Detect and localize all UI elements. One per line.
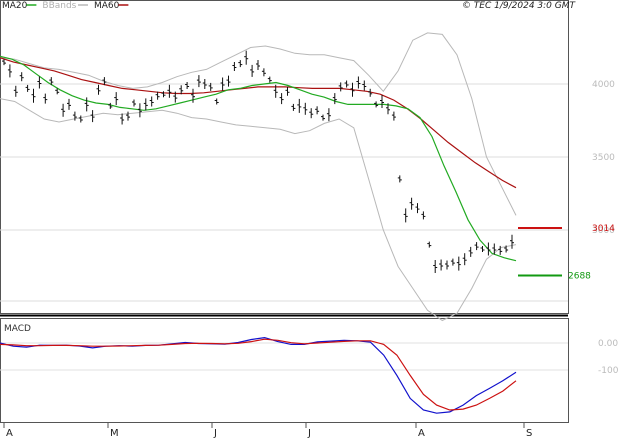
x-tick-label: A: [418, 428, 425, 439]
macd-tick-label: 0.00: [598, 339, 618, 349]
price-tick-label: 4000: [592, 80, 615, 90]
stock-chart: 4000 3500 3000 0.00 -100 MACD 3014 2688 AMJJAS…: [0, 0, 627, 440]
macd-tick-label: -100: [598, 366, 619, 376]
timestamp: © TEC 1/9/2024 3:0 GMT: [462, 1, 577, 11]
legend-label: BBands: [42, 1, 76, 11]
price-levels: 3014 2688: [518, 224, 615, 282]
x-tick-label: J: [307, 428, 311, 439]
x-tick-label: A: [6, 428, 13, 439]
chart-canvas: 4000350030000.00-100MACD 30142688 AMJJAS…: [0, 0, 619, 439]
price-level-label: 3014: [592, 224, 615, 234]
bbands-lower: [0, 98, 517, 322]
x-tick-label: M: [110, 428, 119, 439]
price-tick-label: 3500: [592, 153, 615, 163]
legend-label: MA20: [2, 1, 28, 11]
price-level-label: 2688: [568, 272, 591, 282]
macd-signal-line: [0, 338, 517, 411]
x-axis: AMJJAS: [3, 422, 532, 439]
macd-panel: [0, 336, 517, 414]
x-tick-label: J: [213, 428, 217, 439]
macd-line: [0, 336, 517, 414]
ma60-line: [0, 57, 517, 189]
macd-title: MACD: [4, 324, 31, 334]
legend: MA20 BBands MA60: [2, 1, 129, 11]
chart-frame: [0, 0, 569, 423]
bollinger-bands: [0, 32, 517, 322]
x-tick-label: S: [526, 428, 532, 439]
legend-label: MA60: [94, 1, 120, 11]
